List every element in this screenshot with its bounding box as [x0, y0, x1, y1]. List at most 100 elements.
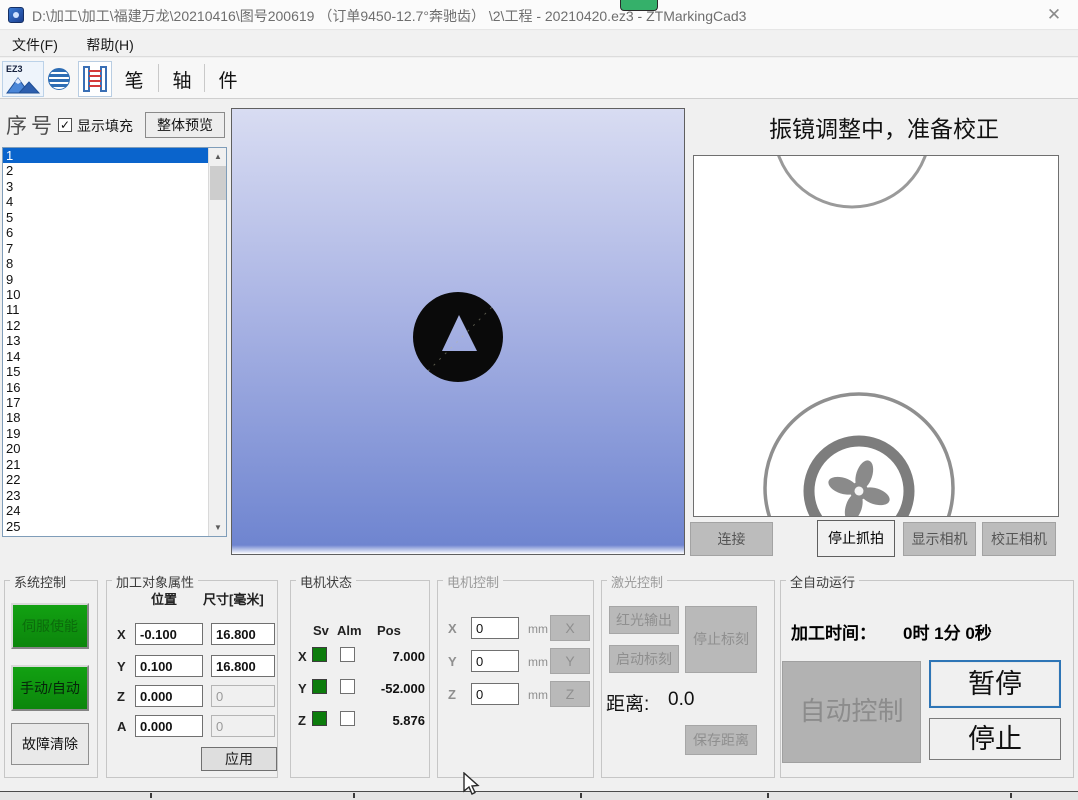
process-time-label: 加工时间：: [791, 619, 876, 644]
list-item[interactable]: 11: [3, 302, 209, 317]
laser-control-title: 激光控制: [607, 572, 667, 591]
motor-status-group: 电机状态 Sv Alm Pos X 7.000 Y -52.000 Z 5.87…: [290, 580, 430, 778]
servo-enable-button[interactable]: 伺服使能: [11, 603, 89, 649]
system-control-title: 系统控制: [10, 572, 70, 591]
save-distance-button: 保存距离: [685, 725, 757, 755]
scroll-down-icon[interactable]: ▼: [209, 519, 227, 536]
apply-button[interactable]: 应用: [201, 747, 277, 771]
menu-file[interactable]: 文件(F): [0, 31, 70, 59]
position-x-input[interactable]: [135, 623, 203, 645]
green-overlay-fragment: [620, 0, 658, 11]
size-x-input[interactable]: [211, 623, 275, 645]
list-item[interactable]: 13: [3, 333, 209, 348]
list-item[interactable]: 9: [3, 272, 209, 287]
scrollbar-thumb[interactable]: [210, 166, 226, 200]
pause-button[interactable]: 暂停: [929, 660, 1061, 708]
mountain-icon: [5, 74, 41, 94]
workpiece-shape: [232, 109, 684, 554]
position-z-input[interactable]: [135, 685, 203, 707]
list-item[interactable]: 22: [3, 472, 209, 487]
list-item[interactable]: 4: [3, 194, 209, 209]
axis-button[interactable]: 轴: [164, 61, 200, 97]
list-item[interactable]: 10: [3, 287, 209, 302]
red-light-button: 红光输出: [609, 606, 679, 634]
list-item[interactable]: 3: [3, 179, 209, 194]
list-item[interactable]: 14: [3, 349, 209, 364]
show-camera-button[interactable]: 显示相机: [903, 522, 976, 556]
hatch-button[interactable]: [78, 61, 112, 97]
axis-z-label: Z: [117, 689, 125, 704]
ez3-logo-button[interactable]: EZ3: [2, 61, 44, 97]
position-column-header: 位置: [151, 589, 177, 608]
jog-z-label: Z: [448, 687, 456, 702]
list-item[interactable]: 15: [3, 364, 209, 379]
jog-y-input[interactable]: [471, 650, 519, 672]
timeline-strip: [0, 791, 1078, 800]
sequence-header-label: 序号: [6, 110, 56, 140]
list-item[interactable]: 12: [3, 318, 209, 333]
list-item[interactable]: 18: [3, 410, 209, 425]
pos-header: Pos: [377, 623, 401, 638]
camera-feed-image: [694, 156, 1058, 516]
tick-mark: [1010, 793, 1012, 798]
list-item[interactable]: 17: [3, 395, 209, 410]
size-column-header: 尺寸[毫米]: [203, 589, 264, 608]
list-item[interactable]: 24: [3, 503, 209, 518]
list-item[interactable]: 6: [3, 225, 209, 240]
stop-capture-button[interactable]: 停止抓拍: [817, 520, 895, 557]
calibrate-camera-button[interactable]: 校正相机: [982, 522, 1056, 556]
sv-header: Sv: [313, 623, 329, 638]
pen-button[interactable]: 笔: [116, 61, 152, 97]
system-control-group: 系统控制 伺服使能 手动/自动 故障清除: [4, 580, 98, 778]
auto-run-title: 全自动运行: [786, 572, 859, 591]
jog-y-label: Y: [448, 654, 457, 669]
motor-x-label: X: [298, 649, 307, 664]
jog-x-unit: mm: [528, 622, 548, 636]
alarm-indicator: [340, 647, 355, 662]
display-fill-checkbox[interactable]: ✓: [58, 118, 72, 132]
list-item[interactable]: 7: [3, 241, 209, 256]
size-y-input[interactable]: [211, 655, 275, 677]
position-y-input[interactable]: [135, 655, 203, 677]
motor-control-title: 电机控制: [443, 572, 503, 591]
app-icon: [8, 7, 24, 23]
alm-header: Alm: [337, 623, 362, 638]
jog-x-button: X: [550, 615, 590, 641]
list-scrollbar[interactable]: ▲ ▼: [208, 148, 226, 536]
fault-clear-button[interactable]: 故障清除: [11, 723, 89, 765]
list-item[interactable]: 21: [3, 457, 209, 472]
list-item[interactable]: 1: [3, 148, 209, 163]
scroll-up-icon[interactable]: ▲: [209, 148, 227, 165]
alarm-indicator: [340, 711, 355, 726]
connect-button[interactable]: 连接: [690, 522, 773, 556]
auto-control-button: 自动控制: [782, 661, 921, 763]
axis-x-label: X: [117, 627, 126, 642]
list-item[interactable]: 8: [3, 256, 209, 271]
object-properties-group: 加工对象属性 位置 尺寸[毫米] X Y Z A 应用: [106, 580, 278, 778]
list-item[interactable]: 25: [3, 519, 209, 534]
manual-auto-button[interactable]: 手动/自动: [11, 665, 89, 711]
sequence-list: 1234567891011121314151617181920212223242…: [3, 148, 209, 536]
jog-x-input[interactable]: [471, 617, 519, 639]
list-item[interactable]: 19: [3, 426, 209, 441]
overall-preview-button[interactable]: 整体预览: [145, 112, 225, 138]
list-item[interactable]: 23: [3, 488, 209, 503]
camera-view: [693, 155, 1059, 517]
auto-run-group: 全自动运行 加工时间： 0时 1分 0秒 自动控制 暂停 停止: [780, 580, 1074, 778]
list-item[interactable]: 2: [3, 163, 209, 178]
list-item[interactable]: 16: [3, 380, 209, 395]
tick-mark: [580, 793, 582, 798]
jog-z-input[interactable]: [471, 683, 519, 705]
stop-button[interactable]: 停止: [929, 718, 1061, 760]
part-button[interactable]: 件: [210, 61, 246, 97]
motor-x-position: 7.000: [363, 649, 425, 664]
list-item[interactable]: 5: [3, 210, 209, 225]
drawing-canvas[interactable]: [231, 108, 685, 555]
fill-style-button[interactable]: [44, 61, 74, 97]
menu-bar: 文件(F) 帮助(H): [0, 31, 1078, 57]
sequence-listbox: 1234567891011121314151617181920212223242…: [2, 147, 227, 537]
close-icon[interactable]: ✕: [1040, 2, 1068, 28]
menu-help[interactable]: 帮助(H): [74, 31, 145, 59]
position-a-input[interactable]: [135, 715, 203, 737]
list-item[interactable]: 20: [3, 441, 209, 456]
